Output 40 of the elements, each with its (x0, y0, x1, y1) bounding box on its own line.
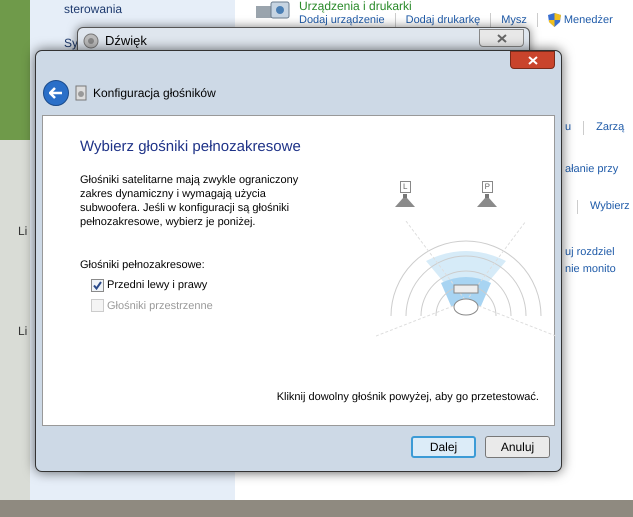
close-button[interactable] (510, 51, 555, 69)
task-link[interactable]: Wybierz (590, 198, 630, 215)
panel-text: Li (18, 323, 28, 340)
speaker-label: P (482, 181, 493, 193)
page-heading: Wybierz głośniki pełnozakresowe (80, 137, 302, 157)
speaker-icon[interactable] (394, 194, 416, 208)
task-link[interactable]: Mysz (501, 14, 527, 26)
dialog-button[interactable]: Dalej (411, 436, 476, 458)
wizard-title: Konfiguracja głośników (93, 85, 216, 102)
task-link[interactable]: nie monito (565, 261, 616, 278)
checkbox[interactable] (91, 278, 104, 292)
checkbox-label: Przedni lewy i prawy (107, 278, 208, 293)
task-link[interactable]: u (565, 119, 572, 136)
section-heading[interactable]: Urządzenia i drukarki (299, 0, 613, 12)
sidebar-item[interactable]: Sy (64, 34, 76, 52)
shield-icon (548, 13, 561, 27)
speaker-icon (75, 85, 87, 101)
task-link[interactable]: Menedżer (564, 14, 613, 26)
back-button[interactable] (43, 80, 69, 106)
window-title: Dźwięk (105, 32, 147, 50)
back-arrow-icon (49, 87, 63, 99)
checkbox-label: Głośniki przestrzenne (107, 298, 213, 314)
sidebar-item[interactable]: sterowania (64, 0, 235, 18)
task-link[interactable]: Dodaj drukarkę (406, 14, 480, 26)
hint-text: Kliknij dowolny głośnik powyżej, aby go przetestować. (276, 390, 539, 404)
task-link[interactable]: Dodaj urządzenie (299, 14, 385, 26)
dialog-button[interactable]: Anuluj (485, 436, 550, 458)
close-icon (496, 34, 506, 42)
group-label: Głośniki pełnozakresowe: (80, 258, 206, 272)
close-icon (528, 56, 538, 64)
task-link[interactable]: ałanie przy (565, 161, 618, 178)
speaker-icon[interactable] (476, 194, 498, 208)
check-icon (93, 280, 102, 290)
speaker-label: L (400, 181, 410, 193)
panel-text: Li (18, 223, 28, 240)
task-link[interactable]: Zarzą (596, 119, 624, 136)
close-button[interactable] (479, 29, 524, 47)
speaker-icon (83, 33, 99, 49)
task-link[interactable]: uj rozdziel (565, 244, 615, 261)
description: Głośniki satelitarne mają zwykle ograniczony zakres dynamiczny i wymagają użycia subwoofera. Jeśli w konfiguracji są głośniki pełnozakresowe, wybierz je poniżej. (80, 172, 300, 228)
